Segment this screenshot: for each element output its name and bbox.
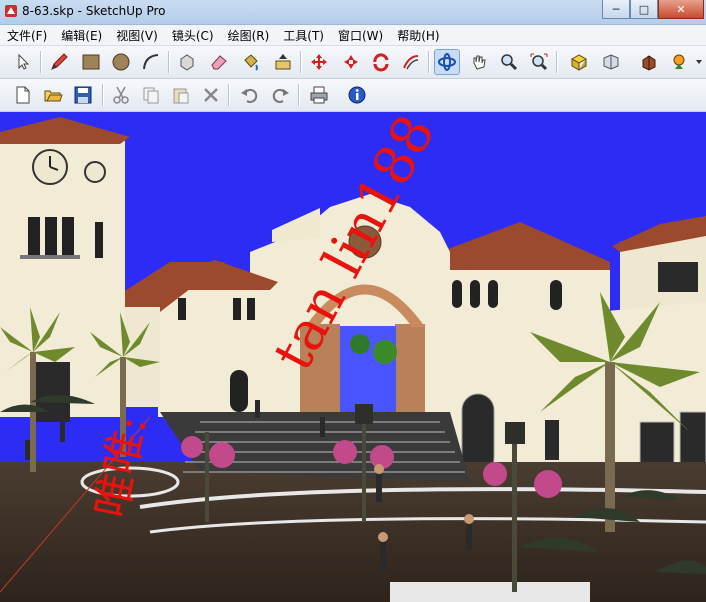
clock-tower — [0, 117, 130, 422]
menu-bar: 文件(F) 编辑(E) 视图(V) 镜头(C) 绘图(R) 工具(T) 窗口(W… — [0, 25, 706, 46]
menu-file[interactable]: 文件(F) — [0, 27, 54, 44]
arc-icon[interactable] — [138, 49, 164, 75]
pan-icon[interactable] — [466, 49, 492, 75]
rotate-icon[interactable] — [338, 49, 364, 75]
menu-edit[interactable]: 编辑(E) — [54, 27, 109, 44]
menu-tools[interactable]: 工具(T) — [276, 27, 331, 44]
title-bar: 8-63.skp - SketchUp Pro ─ □ ✕ — [0, 0, 706, 25]
rectangle-icon[interactable] — [78, 49, 104, 75]
cut-icon[interactable] — [108, 82, 134, 108]
eraser-icon[interactable] — [206, 49, 232, 75]
delete-icon[interactable] — [198, 82, 224, 108]
paste-icon[interactable] — [168, 82, 194, 108]
close-button[interactable]: ✕ — [658, 0, 704, 19]
open-file-icon[interactable] — [40, 82, 66, 108]
new-file-icon[interactable] — [10, 82, 36, 108]
orbit-icon[interactable] — [434, 49, 460, 75]
pencil-icon[interactable] — [46, 49, 72, 75]
sketchup-app-icon — [5, 5, 17, 17]
menu-view[interactable]: 视图(V) — [109, 27, 165, 44]
follow-me-icon[interactable] — [368, 49, 394, 75]
push-pull-icon[interactable] — [270, 49, 296, 75]
print-icon[interactable] — [306, 82, 332, 108]
component-icon[interactable] — [636, 49, 662, 75]
zoom-icon[interactable] — [496, 49, 522, 75]
undo-icon[interactable] — [236, 82, 262, 108]
zoom-extents-icon[interactable] — [526, 49, 552, 75]
menu-camera[interactable]: 镜头(C) — [165, 27, 221, 44]
scene-render: 唯唯: tan lin188 — [0, 112, 706, 602]
toolbar-overflow-icon[interactable] — [692, 49, 706, 75]
copy-icon[interactable] — [138, 82, 164, 108]
circle-icon[interactable] — [108, 49, 134, 75]
menu-draw[interactable]: 绘图(R) — [221, 27, 277, 44]
share-model-icon[interactable] — [598, 49, 624, 75]
paint-bucket-icon[interactable] — [238, 49, 264, 75]
model-info-icon[interactable] — [344, 82, 370, 108]
make-component-icon[interactable] — [174, 49, 200, 75]
menu-help[interactable]: 帮助(H) — [390, 27, 446, 44]
minimize-button[interactable]: ─ — [602, 0, 630, 19]
select-icon[interactable] — [10, 49, 36, 75]
move-icon[interactable] — [306, 49, 332, 75]
main-toolbar — [0, 46, 706, 79]
redo-icon[interactable] — [268, 82, 294, 108]
window-title: 8-63.skp - SketchUp Pro — [22, 4, 166, 18]
get-models-icon[interactable] — [566, 49, 592, 75]
extension-icon[interactable] — [666, 49, 692, 75]
offset-icon[interactable] — [398, 49, 424, 75]
save-icon[interactable] — [70, 82, 96, 108]
menu-window[interactable]: 窗口(W) — [331, 27, 390, 44]
standard-toolbar — [0, 79, 706, 112]
maximize-button[interactable]: □ — [630, 0, 658, 19]
model-viewport[interactable]: 唯唯: tan lin188 — [0, 112, 706, 602]
